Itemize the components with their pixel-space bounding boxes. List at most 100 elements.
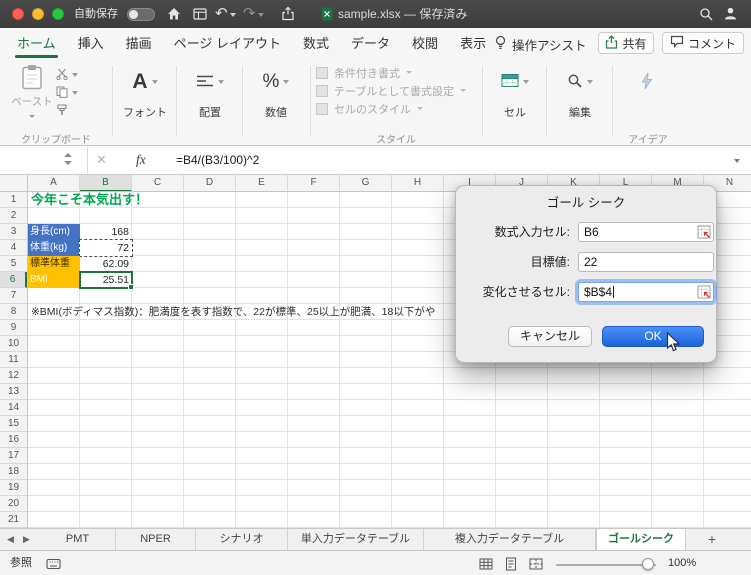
row-header[interactable]: 13 [0, 384, 27, 400]
select-all-corner[interactable] [0, 175, 28, 192]
cancel-button[interactable]: キャンセル [508, 326, 592, 347]
ribbon-tab[interactable]: 描画 [115, 31, 163, 58]
ribbon-tab[interactable]: 挿入 [67, 31, 115, 58]
prev-sheet-icon[interactable]: ◀ [7, 529, 14, 550]
ribbon-tab[interactable]: ページ レイアウト [163, 31, 292, 58]
page-layout-view-icon[interactable] [503, 556, 519, 572]
column-header[interactable]: F [288, 175, 340, 191]
formula-bar-expand-icon[interactable] [734, 159, 740, 163]
row-header[interactable]: 10 [0, 336, 27, 352]
share-upload-icon[interactable] [280, 6, 296, 22]
insert-function-icon[interactable]: fx [136, 146, 146, 174]
row-header[interactable]: 1 [0, 192, 27, 208]
formula-text[interactable]: =B4/(B3/100)^2 [176, 146, 259, 174]
target-value-input[interactable]: 22 [578, 252, 714, 272]
sheet-tab[interactable]: 複入力データテーブル [424, 529, 596, 550]
row-header[interactable]: 17 [0, 448, 27, 464]
row-header[interactable]: 16 [0, 432, 27, 448]
styles-menu-item[interactable]: 条件付き書式 [316, 64, 480, 81]
add-sheet-button[interactable]: + [700, 529, 724, 550]
cell-B4[interactable]: 72 [80, 240, 132, 256]
sheet-tab[interactable]: NPER [116, 529, 196, 550]
ideas-lightning-icon[interactable] [640, 72, 654, 93]
column-header[interactable]: G [340, 175, 392, 191]
stepper-down-icon[interactable] [64, 161, 72, 165]
changing-cell-input[interactable]: $B$4 [578, 282, 714, 302]
undo-icon[interactable]: ↶ [215, 0, 228, 28]
row-header[interactable]: 12 [0, 368, 27, 384]
cancel-entry-icon[interactable]: ✕ [96, 146, 107, 174]
save-icon[interactable] [192, 6, 208, 22]
stepper-up-icon[interactable] [64, 153, 72, 157]
row-header[interactable]: 5 [0, 256, 27, 272]
sheet-tab[interactable]: PMT [40, 529, 116, 550]
column-header[interactable]: B [80, 175, 132, 191]
row-header[interactable]: 4 [0, 240, 27, 256]
cell-A1[interactable]: 今年こそ本気出す！ [31, 192, 148, 208]
fullscreen-window-button[interactable] [52, 8, 64, 20]
ribbon-tab[interactable]: 表示 [449, 31, 497, 58]
row-header[interactable]: 19 [0, 480, 27, 496]
row-header[interactable]: 15 [0, 416, 27, 432]
ribbon-tab[interactable]: データ [340, 31, 401, 58]
close-window-button[interactable] [12, 8, 24, 20]
row-header[interactable]: 7 [0, 288, 27, 304]
row-header[interactable]: 6 [0, 272, 27, 288]
cell-B5[interactable]: 62.09 [80, 256, 132, 272]
ok-button[interactable]: OK [602, 326, 704, 347]
cell-B3[interactable]: 168 [80, 224, 132, 240]
column-header[interactable]: E [236, 175, 288, 191]
ribbon-tab[interactable]: 校閲 [401, 31, 449, 58]
row-header[interactable]: 9 [0, 320, 27, 336]
search-icon[interactable] [698, 6, 714, 22]
column-header[interactable]: C [132, 175, 184, 191]
editing-group-button[interactable]: 編集 [550, 64, 610, 126]
home-icon[interactable] [166, 6, 182, 22]
alignment-group-button[interactable]: 配置 [178, 64, 242, 126]
column-header[interactable]: D [184, 175, 236, 191]
zoom-slider-track[interactable] [556, 564, 656, 566]
styles-menu-item[interactable]: セルのスタイル [316, 100, 480, 117]
row-header[interactable]: 8 [0, 304, 27, 320]
row-header[interactable]: 11 [0, 352, 27, 368]
sheet-tab[interactable]: 単入力データテーブル [288, 529, 424, 550]
zoom-slider-knob[interactable] [642, 558, 654, 570]
ribbon-tab[interactable]: ホーム [6, 31, 67, 58]
page-break-view-icon[interactable] [528, 556, 544, 572]
name-box-stepper[interactable] [64, 153, 72, 165]
range-selector-icon[interactable] [697, 285, 711, 299]
cell-A6[interactable]: BMI [28, 272, 80, 288]
cell-B6[interactable]: 25.51 [80, 272, 132, 288]
styles-menu-item[interactable]: テーブルとして書式設定 [316, 82, 480, 99]
cut-button[interactable] [56, 68, 78, 82]
paste-button[interactable]: ペースト [10, 64, 54, 124]
row-header[interactable]: 21 [0, 512, 27, 528]
cell-A4[interactable]: 体重(kg) [28, 240, 80, 256]
zoom-level[interactable]: 100% [668, 551, 696, 575]
minimize-window-button[interactable] [32, 8, 44, 20]
row-header[interactable]: 3 [0, 224, 27, 240]
ribbon-tab[interactable]: 数式 [292, 31, 340, 58]
tell-me-assist[interactable]: 操作アシスト [494, 31, 587, 57]
comments-button[interactable]: コメント [662, 32, 744, 54]
sheet-tab[interactable]: シナリオ [196, 529, 288, 550]
row-header[interactable]: 14 [0, 400, 27, 416]
name-box[interactable] [0, 146, 88, 174]
font-group-button[interactable]: A フォント [114, 64, 176, 126]
range-selector-icon[interactable] [697, 225, 711, 239]
share-button[interactable]: 共有 [598, 32, 654, 54]
autosave-toggle[interactable] [127, 8, 155, 21]
normal-view-icon[interactable] [478, 556, 494, 572]
format-painter-button[interactable] [56, 104, 68, 118]
cell-A3[interactable]: 身長(cm) [28, 224, 80, 240]
column-header[interactable]: A [28, 175, 80, 191]
keyboard-icon[interactable] [46, 558, 61, 573]
undo-menu-caret-icon[interactable] [230, 13, 236, 17]
next-sheet-icon[interactable]: ▶ [23, 529, 30, 550]
cell-A5[interactable]: 標準体重 [28, 256, 80, 272]
sheet-tab[interactable]: ゴールシーク [596, 529, 686, 550]
row-header[interactable]: 20 [0, 496, 27, 512]
copy-button[interactable] [56, 86, 78, 100]
row-header[interactable]: 18 [0, 464, 27, 480]
cell-A8-note[interactable]: ※BMI(ボディマス指数)：肥満度を表す指数で、22が標準、25以上が肥満、18… [31, 304, 435, 320]
